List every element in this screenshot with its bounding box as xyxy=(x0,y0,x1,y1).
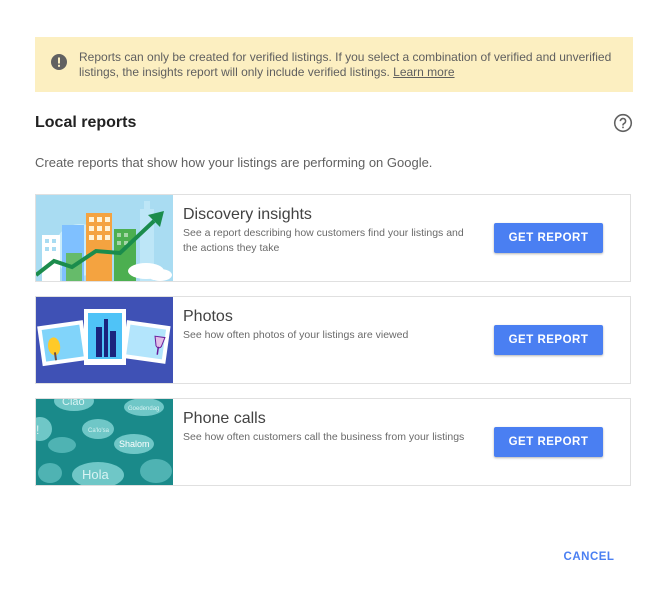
report-card-phone-calls: Ciao Goedendag ! Ca'lo'sa Shalom Hola Ph… xyxy=(35,398,631,486)
verification-warning-banner: Reports can only be created for verified… xyxy=(35,37,633,92)
bubble-text: Shalom xyxy=(119,439,150,449)
page-title: Local reports xyxy=(35,114,137,131)
report-title: Discovery insights xyxy=(183,206,312,223)
get-report-button-discovery[interactable]: GET REPORT xyxy=(494,223,603,253)
report-description: See how often photos of your listings ar… xyxy=(183,329,409,341)
help-circle-icon[interactable] xyxy=(613,113,633,133)
bubble-text: Goedendag xyxy=(128,406,159,412)
warning-message: Reports can only be created for verified… xyxy=(79,50,612,79)
report-description: See a report describing how customers fi… xyxy=(183,227,464,254)
report-card-photos: Photos See how often photos of your list… xyxy=(35,296,631,384)
get-report-button-photos[interactable]: GET REPORT xyxy=(494,325,603,355)
cancel-button[interactable]: CANCEL xyxy=(556,547,622,567)
learn-more-link[interactable]: Learn more xyxy=(393,65,454,79)
alert-icon xyxy=(51,54,67,70)
report-card-discovery-insights: Discovery insights See a report describi… xyxy=(35,194,631,282)
report-title: Photos xyxy=(183,308,233,325)
bubble-text: ! xyxy=(36,423,39,437)
report-description: See how often customers call the busines… xyxy=(183,431,465,443)
page-description: Create reports that show how your listin… xyxy=(35,155,433,170)
bubble-text: Ca'lo'sa xyxy=(88,428,110,434)
get-report-button-phone-calls[interactable]: GET REPORT xyxy=(494,427,603,457)
city-growth-illustration xyxy=(36,195,173,281)
photos-illustration xyxy=(36,297,173,383)
bubble-text: Ciao xyxy=(62,399,85,408)
report-title: Phone calls xyxy=(183,410,266,427)
speech-bubbles-illustration: Ciao Goedendag ! Ca'lo'sa Shalom Hola xyxy=(36,399,173,485)
bubble-text: Hola xyxy=(82,467,110,482)
